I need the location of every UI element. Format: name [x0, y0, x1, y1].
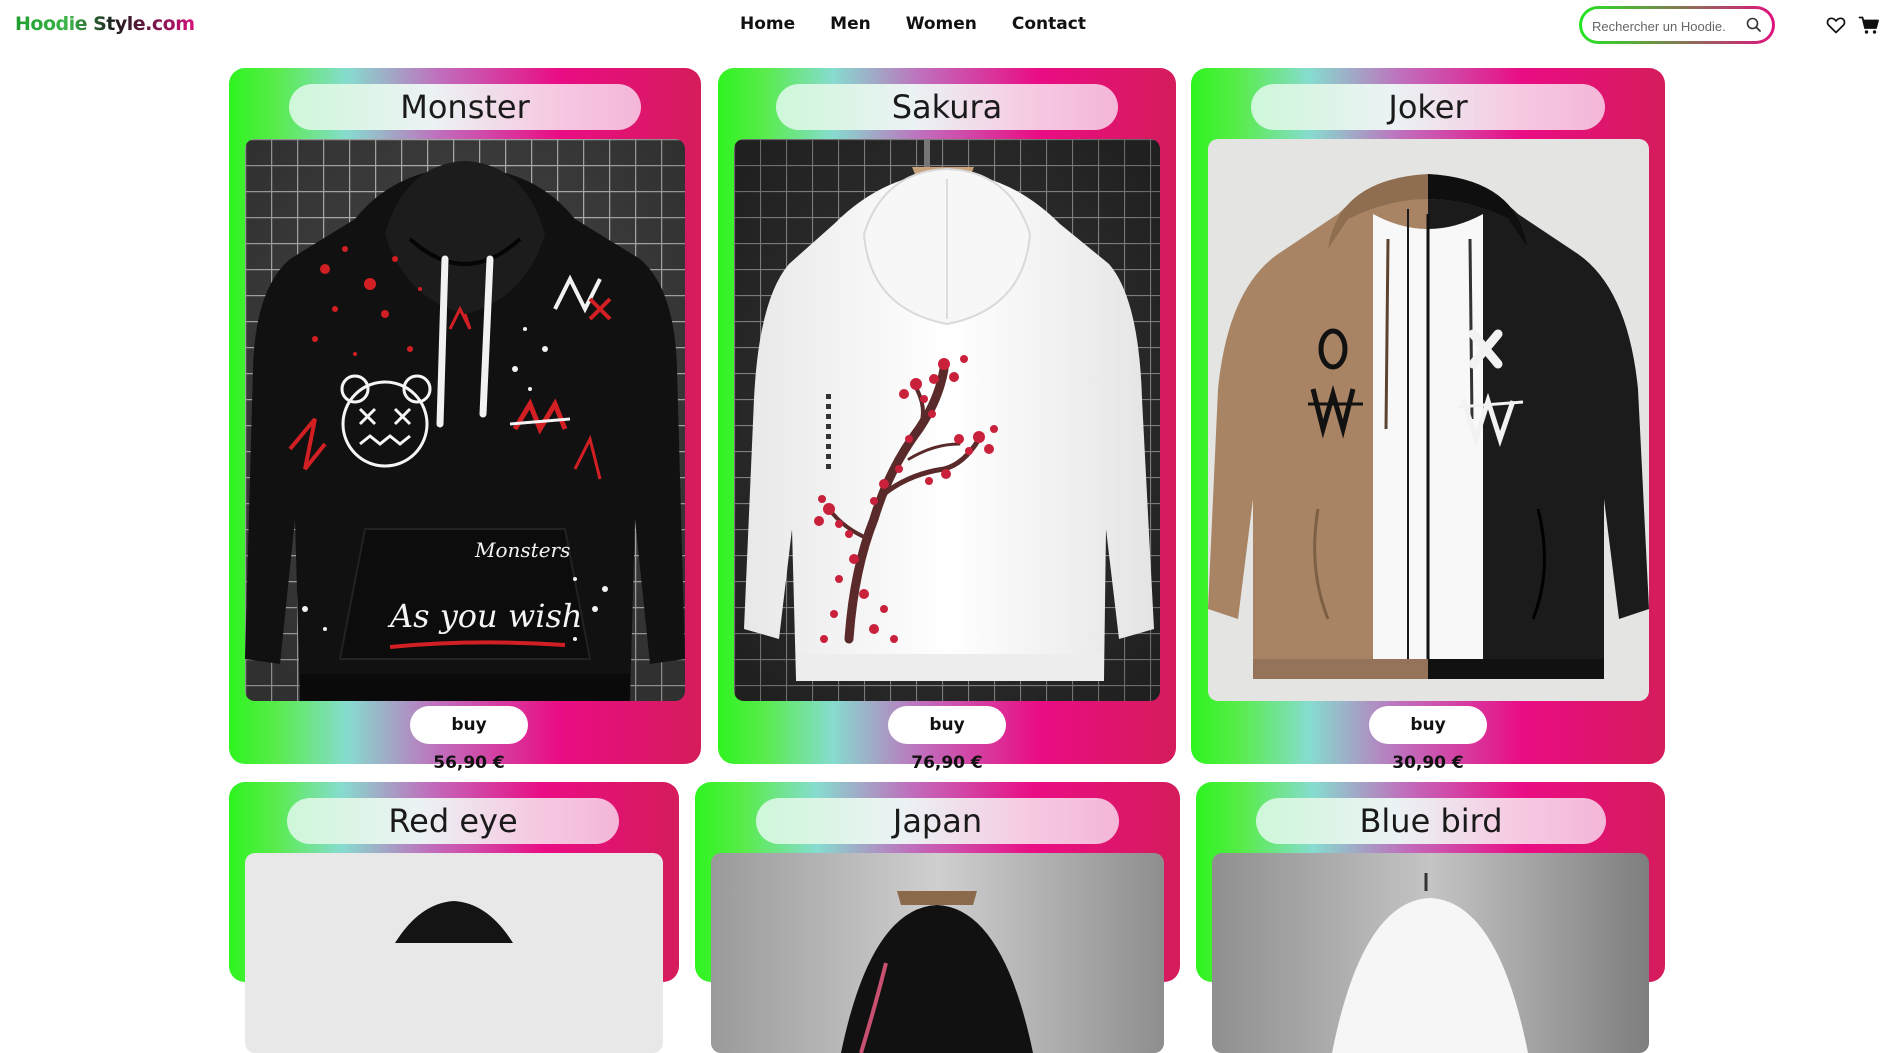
print-text-as-you-wish: As you wish — [387, 597, 582, 635]
buy-button-sakura[interactable]: buy 76,90 € — [888, 706, 1006, 773]
product-card-red-eye: Red eye — [229, 782, 679, 1053]
buy-button-monster[interactable]: buy 56,90 € — [410, 706, 528, 773]
site-header: Hoodie Style.com Home Men Women Contact — [0, 0, 1885, 52]
product-card-japan: Japan — [695, 782, 1180, 1053]
product-card-joker: Joker buy 30,90 € — [1191, 68, 1665, 773]
product-card-sakura: Sakura buy 76,90 € — [718, 68, 1176, 773]
main-nav: Home Men Women Contact — [740, 14, 1121, 34]
nav-women-link[interactable]: Women — [906, 14, 977, 34]
site-logo[interactable]: Hoodie Style.com — [15, 13, 195, 35]
buy-button-joker[interactable]: buy 30,90 € — [1369, 706, 1487, 773]
nav-men-link[interactable]: Men — [830, 14, 871, 34]
heart-icon[interactable] — [1825, 14, 1847, 36]
product-title: Red eye — [287, 798, 619, 844]
product-title: Joker — [1251, 84, 1605, 130]
product-title: Blue bird — [1256, 798, 1606, 844]
search-box — [1579, 6, 1775, 44]
product-image-japan[interactable] — [711, 853, 1164, 1053]
product-image-red-eye[interactable] — [245, 853, 663, 1053]
print-text-monsters: Monsters — [474, 538, 570, 562]
product-image-monster[interactable]: Monsters As you wish — [245, 139, 685, 701]
search-icon[interactable] — [1745, 16, 1763, 34]
product-card-monster: Monster Monsters As you wish buy 56,90 € — [229, 68, 701, 773]
cart-icon[interactable] — [1858, 14, 1880, 36]
product-title: Monster — [289, 84, 641, 130]
product-image-blue-bird[interactable] — [1212, 853, 1649, 1053]
product-image-sakura[interactable] — [734, 139, 1160, 701]
product-card-blue-bird: Blue bird — [1196, 782, 1665, 1053]
product-title: Sakura — [776, 84, 1118, 130]
product-image-joker[interactable] — [1208, 139, 1649, 701]
search-input[interactable] — [1592, 15, 1742, 37]
product-title: Japan — [756, 798, 1119, 844]
nav-home-link[interactable]: Home — [740, 14, 795, 34]
nav-contact-link[interactable]: Contact — [1012, 14, 1086, 34]
